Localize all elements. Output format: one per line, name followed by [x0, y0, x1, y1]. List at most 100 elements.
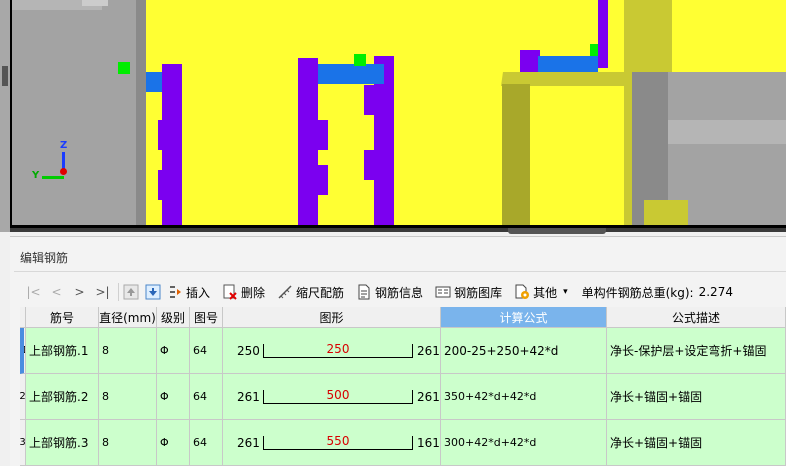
- axis-x-dot: [60, 168, 67, 175]
- rebar-library-button[interactable]: 钢筋图库: [435, 284, 502, 301]
- cell-diameter[interactable]: 8: [99, 420, 157, 466]
- total-weight-value: 2.274: [698, 285, 733, 299]
- divider: [14, 271, 786, 272]
- rebar-purple-mid-left: [298, 58, 318, 225]
- header-rebar-number[interactable]: 筋号: [26, 307, 99, 328]
- table-row[interactable]: 1 上部钢筋.1 8 Φ 64 250 250 261 200-25+250+4…: [20, 328, 786, 374]
- shape-middle-length: 550: [326, 434, 350, 448]
- rebar-stub: [318, 165, 328, 195]
- header-formula-description[interactable]: 公式描述: [607, 307, 786, 328]
- scale-rebar-icon: [277, 284, 293, 300]
- axis-gizmo: Z Y: [32, 140, 82, 190]
- delete-button[interactable]: 删除: [222, 284, 265, 301]
- cell-figure-number[interactable]: 64: [190, 328, 223, 374]
- splitter-handle[interactable]: [508, 228, 606, 234]
- cell-formula[interactable]: 200-25+250+42*d: [441, 328, 607, 374]
- chevron-down-icon: ▾: [563, 287, 568, 297]
- grey-cap: [82, 0, 108, 6]
- toolbar-divider: [118, 283, 119, 301]
- delete-icon: [222, 284, 238, 300]
- total-weight-label: 单构件钢筋总重(kg):: [581, 285, 694, 300]
- prev-record-button[interactable]: <: [45, 285, 68, 299]
- rebar-info-label: 钢筋信息: [375, 285, 424, 300]
- rebar-toolbar: |< < > >| 插入 删除 缩尺配筋 钢筋信息 钢筋图库 其他 ▾ 单构件钢…: [22, 281, 786, 303]
- shape-right-length: 161: [417, 436, 440, 450]
- cell-shape[interactable]: 250 250 261: [223, 328, 441, 374]
- cell-rebar-name[interactable]: 上部钢筋.1: [26, 328, 99, 374]
- rebar-stub: [364, 85, 374, 115]
- green-marker: [118, 62, 130, 74]
- viewport-canvas[interactable]: Z Y: [10, 0, 786, 228]
- rebar-blue-right: [538, 56, 598, 72]
- olive-foot: [644, 200, 688, 225]
- insert-icon: [167, 284, 183, 300]
- rebar-stub: [158, 170, 164, 200]
- header-diameter[interactable]: 直径(mm): [99, 307, 157, 328]
- cell-shape[interactable]: 261 500 261: [223, 374, 441, 420]
- move-up-icon[interactable]: [123, 284, 139, 300]
- shape-left-length: 250: [237, 344, 260, 358]
- first-record-button[interactable]: |<: [22, 285, 45, 299]
- shape-right-length: 261: [417, 390, 440, 404]
- settings-doc-icon: [514, 284, 530, 300]
- insert-button[interactable]: 插入: [167, 284, 210, 301]
- document-icon: [356, 284, 372, 300]
- cell-formula[interactable]: 350+42*d+42*d: [441, 374, 607, 420]
- delete-label: 删除: [241, 285, 266, 300]
- shape-left-length: 261: [237, 436, 260, 450]
- scale-rebar-button[interactable]: 缩尺配筋: [277, 284, 344, 301]
- grey-column-side: [136, 0, 146, 225]
- last-record-button[interactable]: >|: [91, 285, 114, 299]
- viewport-left-strip: [0, 0, 10, 232]
- other-label: 其他: [533, 285, 558, 300]
- header-shape[interactable]: 图形: [223, 307, 441, 328]
- grey-wall-top: [668, 120, 786, 144]
- edit-rebar-panel: 编辑钢筋 |< < > >| 插入 删除 缩尺配筋 钢筋信息 钢筋图库 其他 ▾…: [10, 236, 786, 466]
- cell-formula-description[interactable]: 净长-保护层+设定弯折+锚固: [607, 328, 786, 374]
- cell-grade[interactable]: Φ: [157, 374, 190, 420]
- olive-beam-side: [502, 84, 530, 225]
- cell-shape[interactable]: 261 550 161: [223, 420, 441, 466]
- header-grade[interactable]: 级别: [157, 307, 190, 328]
- move-down-icon[interactable]: [145, 284, 161, 300]
- table-row[interactable]: 3 上部钢筋.3 8 Φ 64 261 550 161 300+42*d+42*…: [20, 420, 786, 466]
- 3d-viewport[interactable]: Z Y: [0, 0, 786, 234]
- other-dropdown[interactable]: 其他 ▾: [514, 284, 568, 301]
- axis-z-label: Z: [60, 140, 68, 151]
- shape-right-length: 261: [417, 344, 440, 358]
- cell-figure-number[interactable]: 64: [190, 420, 223, 466]
- rebar-blue-mid: [318, 64, 384, 84]
- header-formula[interactable]: 计算公式: [441, 307, 607, 328]
- rebar-library-label: 钢筋图库: [454, 285, 503, 300]
- rebar-info-button[interactable]: 钢筋信息: [356, 284, 423, 301]
- rebar-stub: [158, 120, 164, 150]
- rebar-purple-left: [162, 64, 182, 225]
- shape-left-length: 261: [237, 390, 260, 404]
- library-icon: [435, 284, 451, 300]
- total-weight: 单构件钢筋总重(kg): 2.274: [582, 284, 733, 301]
- cell-diameter[interactable]: 8: [99, 328, 157, 374]
- rebar-stub: [318, 120, 328, 150]
- shape-middle-length: 500: [326, 388, 350, 402]
- scale-rebar-label: 缩尺配筋: [296, 285, 345, 300]
- cell-grade[interactable]: Φ: [157, 420, 190, 466]
- cell-grade[interactable]: Φ: [157, 328, 190, 374]
- rebar-stub: [364, 150, 374, 180]
- insert-label: 插入: [186, 285, 211, 300]
- panel-title: 编辑钢筋: [20, 251, 69, 265]
- cell-formula-description[interactable]: 净长+锚固+锚固: [607, 420, 786, 466]
- axis-y-label: Y: [32, 170, 40, 181]
- next-record-button[interactable]: >: [68, 285, 91, 299]
- grey-column: [12, 0, 136, 225]
- table-row[interactable]: 2 上部钢筋.2 8 Φ 64 261 500 261 350+42*d+42*…: [20, 374, 786, 420]
- cell-rebar-name[interactable]: 上部钢筋.3: [26, 420, 99, 466]
- shape-middle-length: 250: [326, 342, 350, 356]
- cell-figure-number[interactable]: 64: [190, 374, 223, 420]
- cell-diameter[interactable]: 8: [99, 374, 157, 420]
- cell-formula[interactable]: 300+42*d+42*d: [441, 420, 607, 466]
- cell-formula-description[interactable]: 净长+锚固+锚固: [607, 374, 786, 420]
- axis-y-arrow: [42, 176, 64, 179]
- cell-rebar-name[interactable]: 上部钢筋.2: [26, 374, 99, 420]
- header-figure-number[interactable]: 图号: [190, 307, 223, 328]
- rebar-purple-top: [598, 0, 608, 68]
